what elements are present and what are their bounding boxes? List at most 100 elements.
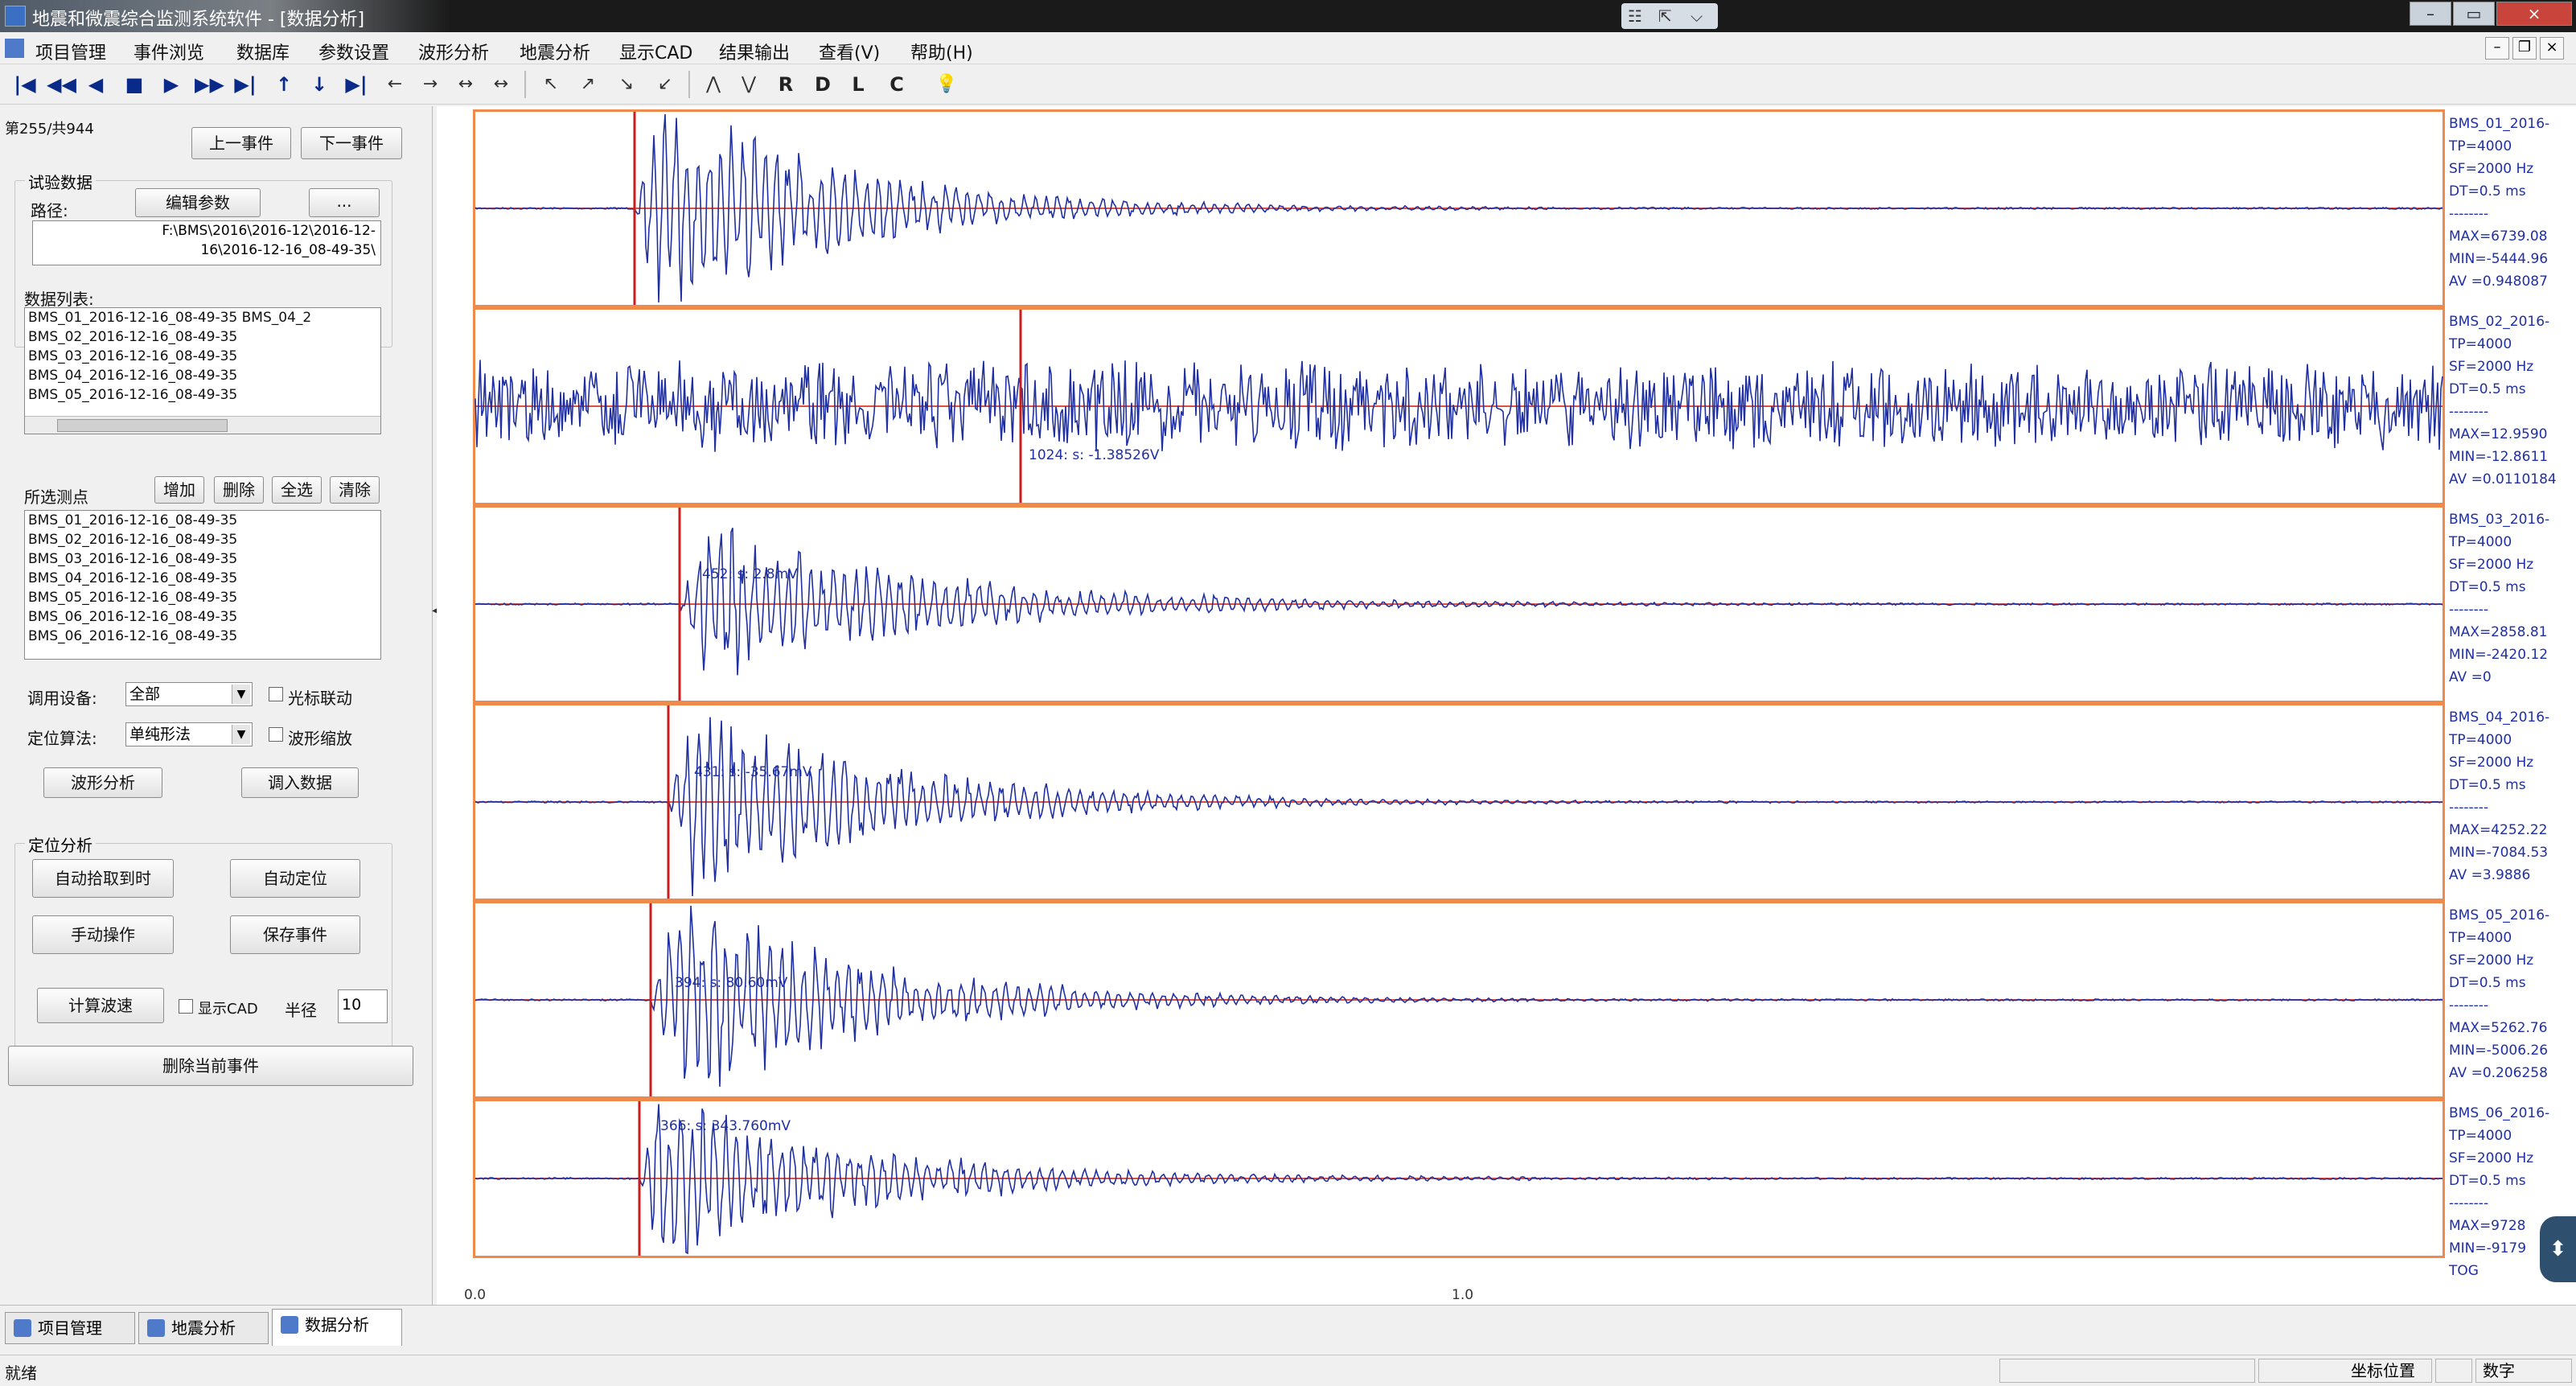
play-icon[interactable]: ▶ bbox=[158, 71, 185, 98]
chevron-down-icon[interactable]: ▼ bbox=[232, 685, 250, 704]
waveform-area[interactable]: 1024: s: -1.38526V 452: s: 2.8mV 431: s:… bbox=[437, 106, 2576, 1305]
arrow-up-right-icon[interactable]: ↗ bbox=[574, 71, 602, 98]
arrow-left-icon[interactable]: ← bbox=[381, 71, 409, 98]
arrow-down-icon[interactable]: ↓ bbox=[306, 71, 333, 98]
menu-database[interactable]: 数据库 bbox=[236, 39, 290, 64]
edit-params-button[interactable]: 编辑参数 bbox=[135, 188, 261, 217]
calc-velocity-button[interactable]: 计算波速 bbox=[37, 988, 164, 1023]
tab-data-analysis[interactable]: 数据分析 bbox=[272, 1309, 402, 1346]
back-icon[interactable]: ◀ bbox=[82, 71, 109, 98]
data-list-scrollbar[interactable] bbox=[25, 416, 380, 434]
menu-wave-analysis[interactable]: 波形分析 bbox=[418, 39, 489, 64]
list-item[interactable]: BMS_03_2016-12-16_08-49-35 bbox=[25, 549, 380, 569]
menu-settings[interactable]: 参数设置 bbox=[318, 39, 389, 64]
radius-input[interactable]: 10 bbox=[338, 989, 388, 1023]
chevron-down-icon[interactable]: ⌵ bbox=[1691, 6, 1703, 26]
pick-setting-select[interactable]: 全部 ▼ bbox=[125, 682, 253, 706]
next-event-button[interactable]: 下一事件 bbox=[301, 127, 402, 159]
lightbulb-icon[interactable]: 💡 bbox=[933, 71, 960, 98]
quick-launch-buttons[interactable]: ☷ ⇱ ⌵ bbox=[1621, 3, 1718, 29]
minimize-button[interactable]: – bbox=[2410, 2, 2451, 26]
arrow-up-left-icon[interactable]: ↖ bbox=[537, 71, 565, 98]
menu-show-cad[interactable]: 显示CAD bbox=[619, 39, 692, 64]
expand-horizontal-icon[interactable]: ↔ bbox=[452, 71, 479, 98]
first-event-icon[interactable]: |◀ bbox=[11, 71, 39, 98]
list-item[interactable]: BMS_01_2016-12-16_08-49-35 bbox=[25, 511, 380, 530]
maximize-button[interactable]: ▭ bbox=[2453, 2, 2495, 26]
info-line: -------- bbox=[2449, 997, 2489, 1014]
info-line: MIN=-12.8611 bbox=[2449, 449, 2549, 465]
list-item[interactable]: BMS_04_2016-12-16_08-49-35 bbox=[25, 366, 380, 385]
list-item[interactable]: BMS_05_2016-12-16_08-49-35 bbox=[25, 385, 380, 405]
radius-label: 半径 bbox=[285, 1001, 317, 1020]
list-item[interactable]: BMS_01_2016-12-16_08-49-35 BMS_04_2 bbox=[25, 308, 380, 327]
list-item[interactable]: BMS_06_2016-12-16_08-49-35 bbox=[25, 627, 380, 646]
app-icon bbox=[5, 6, 26, 27]
restore-icon[interactable]: ⇱ bbox=[1658, 6, 1672, 26]
list-item[interactable]: BMS_02_2016-12-16_08-49-35 bbox=[25, 327, 380, 347]
list-item[interactable]: BMS_05_2016-12-16_08-49-35 bbox=[25, 588, 380, 607]
auto-pick-button[interactable]: 自动拾取到时 bbox=[32, 859, 174, 898]
mdi-close-button[interactable]: × bbox=[2540, 37, 2564, 60]
show-cad-checkbox[interactable] bbox=[179, 999, 193, 1014]
arrow-down-right-icon[interactable]: ↘ bbox=[613, 71, 640, 98]
menu-seismic-analysis[interactable]: 地震分析 bbox=[520, 39, 590, 64]
mdi-restore-button[interactable]: ❐ bbox=[2512, 37, 2537, 60]
waveform-line bbox=[475, 905, 2443, 1087]
side-float-badge[interactable]: ⬍ bbox=[2540, 1216, 2576, 1282]
mdi-minimize-button[interactable]: – bbox=[2485, 37, 2509, 60]
menu-view[interactable]: 查看(V) bbox=[819, 39, 880, 64]
d-button[interactable]: D bbox=[809, 71, 836, 98]
arrow-down-left-icon[interactable]: ↙ bbox=[651, 71, 679, 98]
list-item[interactable]: BMS_03_2016-12-16_08-49-35 bbox=[25, 347, 380, 366]
manual-operate-button[interactable]: 手动操作 bbox=[32, 915, 174, 954]
fast-back-icon[interactable]: ◀◀ bbox=[47, 71, 76, 98]
stop-icon[interactable]: ■ bbox=[121, 71, 148, 98]
prev-event-button[interactable]: 上一事件 bbox=[191, 127, 291, 159]
menu-event-browse[interactable]: 事件浏览 bbox=[134, 39, 204, 64]
data-list[interactable]: BMS_01_2016-12-16_08-49-35 BMS_04_2 BMS_… bbox=[24, 307, 381, 434]
tab-seismic[interactable]: 地震分析 bbox=[138, 1312, 269, 1344]
marker-icon[interactable]: ▶| bbox=[343, 71, 370, 98]
shrink-horizontal-icon[interactable]: ↔ bbox=[487, 71, 515, 98]
delete-event-button[interactable]: 删除当前事件 bbox=[8, 1046, 413, 1086]
pick-label-2: 1024: s: -1.38526V bbox=[1029, 447, 1160, 463]
list-item[interactable]: BMS_02_2016-12-16_08-49-35 bbox=[25, 530, 380, 549]
arrow-right-icon[interactable]: → bbox=[417, 71, 444, 98]
delete-point-button[interactable]: 删除 bbox=[214, 476, 264, 504]
select-all-button[interactable]: 全选 bbox=[272, 476, 322, 504]
clear-button[interactable]: 清除 bbox=[330, 476, 380, 504]
cursor-link-checkbox[interactable] bbox=[269, 687, 283, 701]
auto-locate-button[interactable]: 自动定位 bbox=[230, 859, 360, 898]
info-line: MAX=12.9590 bbox=[2449, 426, 2548, 442]
peak-up-icon[interactable]: ⋀ bbox=[700, 71, 727, 98]
peak-down-icon[interactable]: ⋁ bbox=[735, 71, 762, 98]
menu-output[interactable]: 结果输出 bbox=[719, 39, 790, 64]
last-event-icon[interactable]: ▶| bbox=[232, 71, 259, 98]
add-point-button[interactable]: 增加 bbox=[154, 476, 204, 504]
fast-forward-icon[interactable]: ▶▶ bbox=[195, 71, 224, 98]
list-item[interactable]: BMS_06_2016-12-16_08-49-35 bbox=[25, 607, 380, 627]
save-event-button[interactable]: 保存事件 bbox=[230, 915, 360, 954]
l-button[interactable]: L bbox=[844, 71, 872, 98]
r-button[interactable]: R bbox=[772, 71, 799, 98]
arrow-up-icon[interactable]: ↑ bbox=[270, 71, 298, 98]
info-line: TP=4000 bbox=[2449, 138, 2512, 154]
wave-analysis-button[interactable]: 波形分析 bbox=[43, 767, 162, 798]
scroll-thumb[interactable] bbox=[57, 419, 228, 432]
import-data-button[interactable]: 调入数据 bbox=[241, 767, 359, 798]
close-button[interactable]: × bbox=[2496, 2, 2572, 26]
menu-help[interactable]: 帮助(H) bbox=[910, 39, 973, 64]
grid-icon[interactable]: ☷ bbox=[1628, 6, 1642, 26]
c-button[interactable]: C bbox=[883, 71, 910, 98]
wave-zoom-checkbox[interactable] bbox=[269, 727, 283, 742]
selected-points-list[interactable]: BMS_01_2016-12-16_08-49-35 BMS_02_2016-1… bbox=[24, 510, 381, 660]
menu-project[interactable]: 项目管理 bbox=[35, 39, 106, 64]
channel-4-info: BMS_04_2016- TP=4000 SF=2000 Hz DT=0.5 ms --… bbox=[2449, 706, 2576, 886]
path-field[interactable]: F:\BMS\2016\2016-12\2016-12- 16\2016-12-… bbox=[32, 220, 381, 265]
chevron-down-icon[interactable]: ▼ bbox=[232, 725, 250, 744]
locate-algo-select[interactable]: 单纯形法 ▼ bbox=[125, 722, 253, 746]
tab-project[interactable]: 项目管理 bbox=[5, 1312, 135, 1344]
list-item[interactable]: BMS_04_2016-12-16_08-49-35 bbox=[25, 569, 380, 588]
browse-path-button[interactable]: ... bbox=[309, 188, 380, 217]
